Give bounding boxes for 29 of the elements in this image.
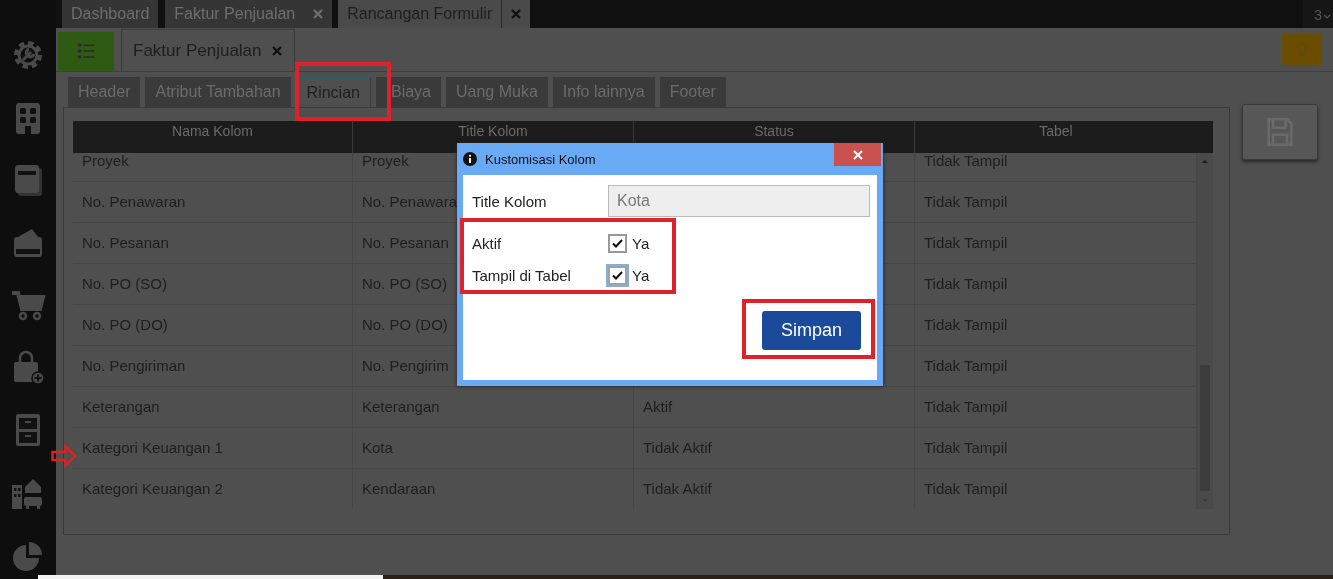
close-button[interactable] [304,0,333,28]
close-button[interactable] [502,0,531,28]
list-button[interactable] [58,31,114,71]
tab-count[interactable]: 3 [1314,8,1322,22]
arrow-icon [51,444,77,468]
column-header[interactable]: Tabel [915,121,1197,153]
info-icon [463,152,477,166]
checkmark-icon [612,270,623,280]
close-icon [313,9,324,19]
checkmark-icon [612,238,623,248]
tab[interactable]: Faktur Penjualan [165,0,305,28]
dialog-title: Kustomisasi Kolom [485,151,596,167]
checkbox-label: Ya [632,266,650,284]
scrollbar[interactable] [1197,153,1213,509]
input-field[interactable]: Kota [608,185,870,217]
close-icon [852,149,863,160]
close-button[interactable] [834,143,881,166]
close-icon[interactable] [271,45,282,56]
save-button[interactable] [1242,104,1318,160]
checkbox-label: Ya [632,234,650,252]
close-icon [511,9,522,19]
chevron-down-icon[interactable] [1323,14,1331,20]
field-label: Title Kolom [472,192,548,210]
column-header[interactable]: Nama Kolom [73,121,353,153]
field-label: Aktif [472,234,503,252]
save-button[interactable]: Simpan [762,311,861,350]
tab[interactable]: Dashboard [62,0,159,28]
field-label: Tampil di Tabel [472,266,572,284]
checkbox[interactable] [608,233,627,253]
